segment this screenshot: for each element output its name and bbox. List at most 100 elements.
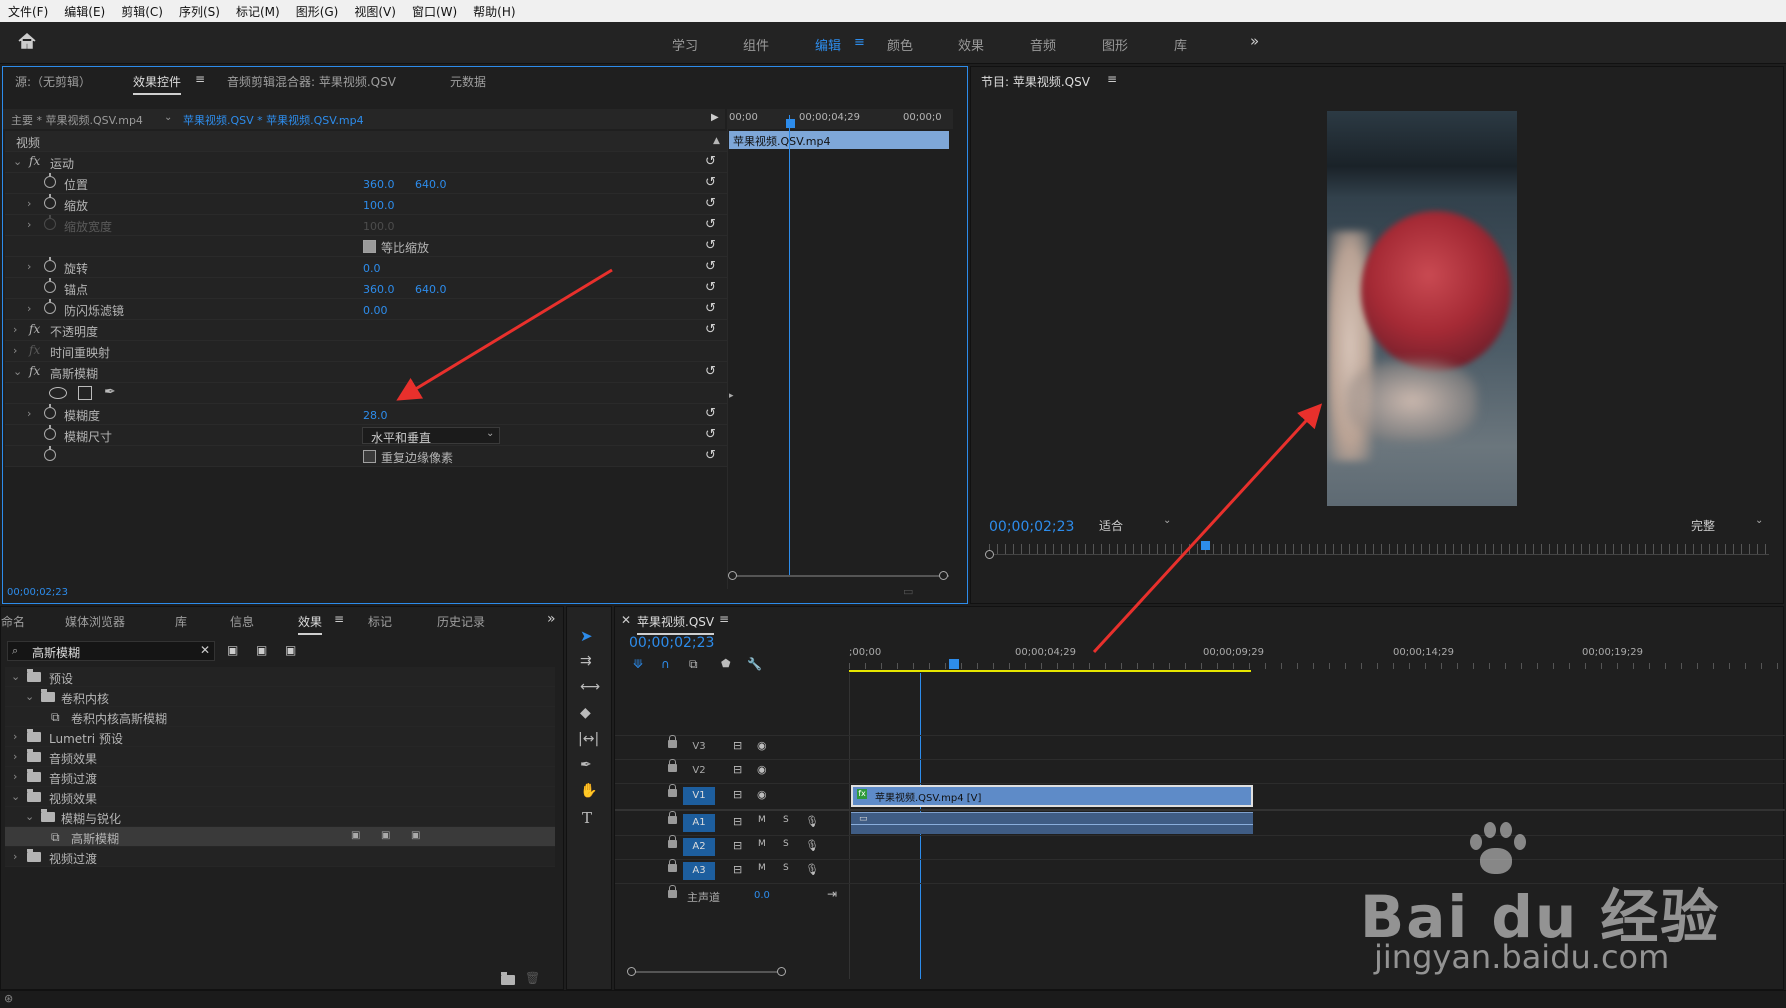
tree-item-gaussian-blur[interactable]: ⧉ 高斯模糊 ▣ ▣ ▣	[5, 827, 555, 847]
prop-row-anchor[interactable]: 锚点 360.0 640.0 ↺	[5, 278, 727, 299]
tab-effects[interactable]: 效果	[298, 613, 323, 635]
home-icon[interactable]	[17, 32, 37, 50]
menu-edit[interactable]: 编辑(E)	[56, 3, 113, 20]
program-scrub-bar[interactable]	[989, 554, 1769, 555]
chevron-down-icon[interactable]: ⌄	[25, 690, 34, 703]
reset-icon[interactable]: ↺	[705, 217, 716, 232]
tab-media-browser[interactable]: 媒体浏览器	[65, 613, 125, 630]
tree-item-convolution-gaussian[interactable]: ⧉ 卷积内核高斯模糊	[5, 707, 555, 727]
reset-icon[interactable]: ↺	[705, 154, 716, 169]
mute-button[interactable]: M	[758, 839, 766, 849]
tab-markers[interactable]: 标记	[368, 613, 392, 630]
track-name-v1[interactable]: V1	[683, 787, 715, 805]
workspace-assembly[interactable]: 组件	[743, 35, 769, 54]
slip-tool-icon[interactable]: |↔|	[578, 731, 599, 747]
scale-value[interactable]: 100.0	[363, 199, 395, 212]
more-tabs-icon[interactable]: »	[547, 611, 556, 627]
effects-search-box[interactable]: ⌕ 高斯模糊 ✕	[7, 641, 215, 661]
lock-icon[interactable]	[668, 811, 677, 824]
tree-item-audio-effects[interactable]: › 音频效果	[5, 747, 555, 767]
add-marker-icon[interactable]: ⬟	[721, 657, 731, 670]
reset-icon[interactable]: ↺	[705, 427, 716, 442]
effect-controls-timecode[interactable]: 00;00;02;23	[7, 587, 68, 598]
wrench-icon[interactable]: 🔧	[747, 657, 762, 671]
track-name-a3[interactable]: A3	[683, 862, 715, 880]
menu-graphics[interactable]: 图形(G)	[288, 3, 347, 20]
quality-dropdown[interactable]: 完整 ⌄	[1685, 515, 1769, 535]
lock-icon[interactable]	[668, 759, 677, 772]
sync-lock-icon[interactable]: ⊟	[733, 839, 742, 852]
sync-lock-icon[interactable]: ⊟	[733, 863, 742, 876]
lock-icon[interactable]	[668, 784, 677, 797]
microphone-icon[interactable]: 🎙	[805, 863, 819, 876]
stopwatch-icon[interactable]	[44, 278, 56, 293]
scroll-handle-left[interactable]	[728, 571, 737, 580]
sync-lock-icon[interactable]: ⊟	[733, 739, 742, 752]
track-header-a2[interactable]: A2 ⊟ M S 🎙	[615, 835, 849, 859]
eye-icon[interactable]: ◉	[757, 763, 767, 776]
razor-tool-icon[interactable]: ◆	[580, 705, 591, 721]
stopwatch-icon[interactable]	[44, 173, 56, 188]
chevron-down-icon[interactable]: ⌄	[11, 790, 20, 803]
chevron-right-icon[interactable]: ›	[13, 770, 17, 783]
accelerated-effects-icon[interactable]: ▣	[227, 643, 238, 657]
menu-file[interactable]: 文件(F)	[0, 3, 56, 20]
tab-info[interactable]: 信息	[230, 613, 254, 630]
nest-toggle-icon[interactable]: ⟱	[633, 657, 643, 671]
ripple-edit-tool-icon[interactable]: ⟷	[580, 679, 600, 695]
chevron-down-icon[interactable]: ⌄	[13, 365, 22, 378]
antiflicker-value[interactable]: 0.00	[363, 304, 388, 317]
chevron-down-icon[interactable]: ⌄	[11, 670, 20, 683]
rotation-value[interactable]: 0.0	[363, 262, 381, 275]
track-header-v1[interactable]: V1 ⊟ ◉	[615, 784, 849, 808]
fx-icon[interactable]: fx	[29, 154, 40, 168]
microphone-icon[interactable]: 🎙	[805, 815, 819, 828]
anchor-y-value[interactable]: 640.0	[415, 283, 447, 296]
prop-row-uniform-scale[interactable]: 等比缩放 ↺	[5, 236, 727, 257]
reset-icon[interactable]: ↺	[705, 196, 716, 211]
blur-dimensions-dropdown[interactable]: 水平和垂直 ⌄	[362, 427, 500, 445]
prop-row-antiflicker[interactable]: › 防闪烁滤镜 0.00 ↺	[5, 299, 727, 320]
tab-metadata[interactable]: 元数据	[450, 73, 486, 90]
close-tab-icon[interactable]: ✕	[621, 613, 631, 627]
track-name-v2[interactable]: V2	[683, 762, 715, 780]
export-frame-icon[interactable]: ▭	[903, 585, 913, 598]
chevron-down-icon[interactable]: ⌄	[164, 112, 172, 123]
work-area-bar[interactable]	[849, 670, 1251, 672]
prop-row-position[interactable]: 位置 360.0 640.0 ↺	[5, 173, 727, 194]
chevron-right-icon[interactable]: ›	[13, 850, 17, 863]
track-header-a3[interactable]: A3 ⊟ M S 🎙	[615, 859, 849, 883]
solo-button[interactable]: S	[783, 839, 789, 849]
mini-playhead[interactable]	[786, 119, 795, 128]
timeline-ruler[interactable]: ;00;00 00;00;04;29 00;00;09;29 00;00;14;…	[849, 647, 1785, 677]
track-header-v3[interactable]: V3 ⊟ ◉	[615, 735, 849, 759]
panel-menu-icon[interactable]: ≡	[1107, 72, 1117, 86]
tree-item-video-effects[interactable]: ⌄ 视频效果	[5, 787, 555, 807]
prop-row-opacity[interactable]: › fx 不透明度 ↺	[5, 320, 727, 341]
lock-icon[interactable]	[668, 859, 677, 872]
reset-icon[interactable]: ↺	[705, 280, 716, 295]
keyframe-icon[interactable]: ▸	[729, 391, 734, 401]
workspace-audio[interactable]: 音频	[1030, 35, 1056, 54]
blurriness-value[interactable]: 28.0	[363, 409, 388, 422]
stopwatch-icon[interactable]	[44, 446, 56, 461]
fx-icon[interactable]: fx	[29, 364, 40, 378]
reset-icon[interactable]: ↺	[705, 364, 716, 379]
workspace-menu-icon[interactable]: ≡	[854, 35, 865, 50]
chevron-right-icon[interactable]: ›	[13, 344, 17, 357]
reset-icon[interactable]: ↺	[705, 322, 716, 337]
program-playhead[interactable]	[1201, 541, 1210, 550]
panel-menu-icon[interactable]: ≡	[195, 72, 205, 86]
mute-button[interactable]: M	[758, 815, 766, 825]
32bit-effects-icon[interactable]: ▣	[256, 643, 267, 657]
type-tool-icon[interactable]: T	[582, 809, 592, 827]
program-zoom-handle[interactable]	[985, 550, 994, 559]
pen-mask-icon[interactable]: ✒	[104, 384, 116, 400]
tab-source[interactable]: 源:（无剪辑）	[15, 73, 91, 90]
eye-icon[interactable]: ◉	[757, 788, 767, 801]
tab-name[interactable]: 命名	[1, 613, 25, 630]
reset-icon[interactable]: ↺	[705, 448, 716, 463]
sequence-clip-label[interactable]: 苹果视频.QSV * 苹果视频.QSV.mp4	[183, 112, 364, 128]
menu-window[interactable]: 窗口(W)	[404, 3, 465, 20]
position-x-value[interactable]: 360.0	[363, 178, 395, 191]
